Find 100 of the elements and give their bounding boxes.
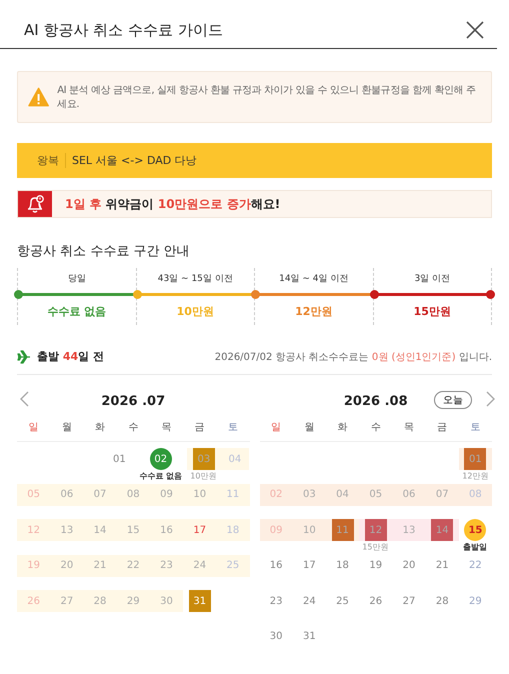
date-note: 10만원 xyxy=(190,471,217,482)
date-cell[interactable]: 23 xyxy=(155,554,178,576)
weekday-label: 수 xyxy=(127,421,140,434)
fee-summary: 2026/07/02 항공사 취소수수료는 0원 (성인1인기준) 입니다. xyxy=(214,350,492,364)
date-cell[interactable]: 01 xyxy=(464,448,486,470)
date-cell[interactable]: 28 xyxy=(89,590,112,612)
date-cell[interactable]: 11 xyxy=(222,484,244,506)
date-cell[interactable]: 08 xyxy=(122,484,144,506)
date-cell[interactable]: 12 xyxy=(22,519,45,541)
date-cell[interactable]: 15 xyxy=(122,519,144,541)
date-cell[interactable]: 27 xyxy=(56,590,78,612)
date-cell[interactable]: 20 xyxy=(398,554,420,576)
period-label: 3일 이전 xyxy=(414,273,450,285)
date-cell[interactable]: 24 xyxy=(298,590,320,612)
date-cell[interactable]: 11 xyxy=(332,519,354,541)
date-cell[interactable]: 03 xyxy=(298,484,320,506)
date-cell[interactable]: 25 xyxy=(332,590,354,612)
date-cell[interactable]: 29 xyxy=(122,590,144,612)
date-cell[interactable]: 30 xyxy=(155,590,178,612)
date-cell[interactable]: 14 xyxy=(431,519,454,541)
next-icon[interactable] xyxy=(486,391,496,407)
today-button[interactable]: 오늘 xyxy=(434,391,472,409)
date-cell[interactable]: 19 xyxy=(22,554,45,576)
date-cell[interactable]: 21 xyxy=(431,554,454,576)
date-cell[interactable]: 19 xyxy=(364,554,387,576)
date-cell[interactable]: 18 xyxy=(332,554,354,576)
alert-message: 1일 후 위약금이 10만원으로 증가해요! xyxy=(65,196,280,212)
month-title: 2026 .08 xyxy=(344,394,408,408)
weekday-label: 토 xyxy=(226,421,239,434)
date-cell[interactable]: 28 xyxy=(431,590,454,612)
warning-icon xyxy=(28,87,50,107)
date-cell[interactable]: 02 xyxy=(150,448,172,470)
date-note: 15만원 xyxy=(362,542,389,553)
date-cell[interactable]: 05 xyxy=(364,484,387,506)
date-cell[interactable]: 04 xyxy=(224,448,246,470)
date-cell[interactable]: 05 xyxy=(22,484,45,506)
date-cell[interactable]: 14 xyxy=(89,519,112,541)
date-cell[interactable]: 26 xyxy=(22,590,45,612)
period-label: 14일 ~ 4일 이전 xyxy=(279,273,348,285)
period-label: 당일 xyxy=(68,273,86,285)
weekday-label: 월 xyxy=(303,421,316,434)
weekday-label: 월 xyxy=(60,421,73,434)
date-cell[interactable]: 06 xyxy=(56,484,78,506)
date-cell[interactable]: 22 xyxy=(464,554,486,576)
window-title: AI 항공사 취소 수수료 가이드 xyxy=(24,20,223,40)
date-cell[interactable]: 18 xyxy=(222,519,244,541)
date-cell[interactable]: 08 xyxy=(464,484,486,506)
date-cell[interactable]: 24 xyxy=(188,554,211,576)
date-cell[interactable]: 30 xyxy=(265,626,288,648)
weekday-label: 화 xyxy=(336,421,349,434)
weekday-label: 토 xyxy=(469,421,482,434)
date-cell[interactable]: 13 xyxy=(56,519,78,541)
date-cell[interactable]: 03 xyxy=(192,448,215,470)
fee-amount: 수수료 없음 xyxy=(47,304,106,319)
weekday-label: 일 xyxy=(28,421,40,434)
month-title: 2026 .07 xyxy=(101,394,166,408)
date-cell[interactable]: 13 xyxy=(398,519,420,541)
date-cell[interactable]: 22 xyxy=(122,554,144,576)
date-cell[interactable]: 20 xyxy=(56,554,78,576)
weekday-label: 화 xyxy=(94,421,106,434)
date-cell[interactable]: 07 xyxy=(431,484,454,506)
section-title: 항공사 취소 수수료 구간 안내 xyxy=(17,243,191,260)
date-cell[interactable]: 16 xyxy=(265,554,288,576)
date-cell[interactable]: 29 xyxy=(464,590,486,612)
weekday-label: 금 xyxy=(194,421,206,434)
date-cell[interactable]: 01 xyxy=(108,448,130,470)
date-cell[interactable]: 21 xyxy=(89,554,112,576)
weekday-label: 수 xyxy=(370,421,382,434)
fee-amount: 15만원 xyxy=(414,304,451,319)
route-text: SEL 서울 <-> DAD 다낭 xyxy=(72,153,197,168)
date-cell[interactable]: 31 xyxy=(298,626,320,648)
date-cell[interactable]: 10 xyxy=(188,484,211,506)
fee-amount: 10만원 xyxy=(176,304,214,319)
bell-icon xyxy=(18,191,52,217)
date-cell[interactable]: 09 xyxy=(155,484,178,506)
previous-icon[interactable] xyxy=(19,391,29,407)
date-cell[interactable]: 23 xyxy=(265,590,288,612)
date-cell[interactable]: 12 xyxy=(364,519,387,541)
close-icon[interactable] xyxy=(465,20,485,40)
date-cell[interactable]: 06 xyxy=(398,484,420,506)
period-label: 43일 ~ 15일 이전 xyxy=(158,273,233,285)
date-cell[interactable]: 27 xyxy=(398,590,420,612)
date-cell[interactable]: 26 xyxy=(364,590,387,612)
date-note: 12만원 xyxy=(462,471,488,482)
date-cell[interactable]: 10 xyxy=(298,519,320,541)
departure-countdown: 출발 44일 전 xyxy=(37,349,104,364)
date-cell[interactable]: 17 xyxy=(188,519,211,541)
weekday-label: 목 xyxy=(160,421,172,434)
date-cell[interactable]: 15 xyxy=(464,519,486,541)
date-cell[interactable]: 17 xyxy=(298,554,320,576)
date-cell[interactable]: 07 xyxy=(89,484,112,506)
date-cell[interactable]: 16 xyxy=(155,519,178,541)
weekday-label: 금 xyxy=(436,421,448,434)
date-cell[interactable]: 25 xyxy=(222,554,244,576)
notice-text: AI 분석 예상 금액으로, 실제 항공사 환불 규정과 차이가 있을 수 있으니 환불규정을 함께 확인해 주세요. xyxy=(57,84,476,111)
date-cell[interactable]: 09 xyxy=(265,519,288,541)
date-cell[interactable]: 31 xyxy=(188,590,211,612)
date-cell[interactable]: 04 xyxy=(332,484,354,506)
date-cell[interactable]: 02 xyxy=(265,484,288,506)
weekday-label: 일 xyxy=(270,421,282,434)
